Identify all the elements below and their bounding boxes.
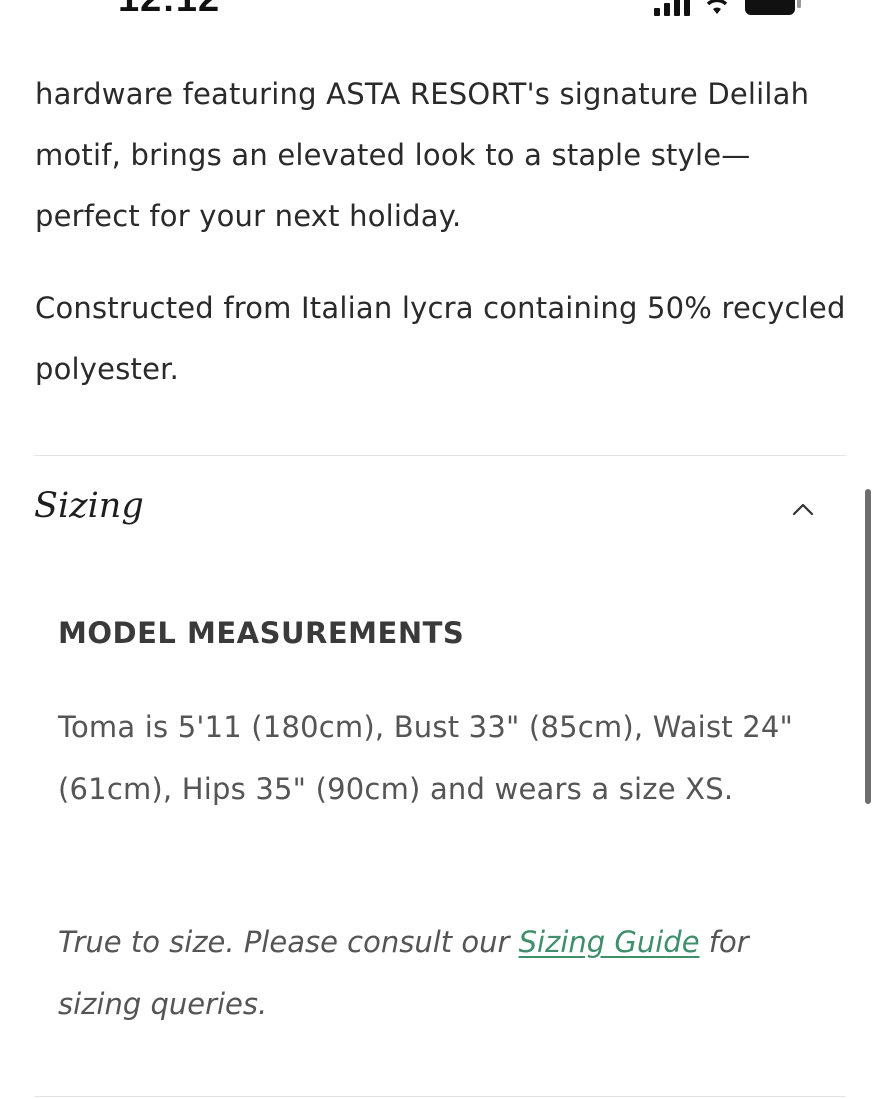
description-paragraph: hardware featuring ASTA RESORT's signatu… — [35, 77, 810, 233]
note-text-before-link: True to size. Please consult our — [58, 925, 519, 959]
divider — [34, 1096, 846, 1097]
scrollbar-thumb[interactable] — [865, 489, 871, 804]
section-heading: MODEL MEASUREMENTS — [58, 616, 465, 650]
description-paragraph: Constructed from Italian lycra containin… — [35, 291, 846, 386]
status-icons — [654, 0, 802, 16]
status-time: 12:12 — [118, 0, 220, 21]
model-measurements-text: Toma is 5'11 (180cm), Bust 33" (85cm), W… — [58, 710, 794, 806]
status-bar: 12:12 — [0, 0, 880, 22]
signal-icon — [654, 0, 690, 16]
sizing-accordion-toggle[interactable]: Sizing — [34, 472, 846, 552]
accordion-title: Sizing — [34, 486, 144, 526]
chevron-up-icon — [792, 503, 814, 516]
sizing-note: True to size. Please consult our Sizing … — [58, 911, 818, 1035]
battery-icon — [744, 0, 802, 16]
wifi-icon — [704, 0, 730, 16]
sizing-guide-link[interactable]: Sizing Guide — [519, 925, 700, 959]
divider — [34, 455, 846, 456]
